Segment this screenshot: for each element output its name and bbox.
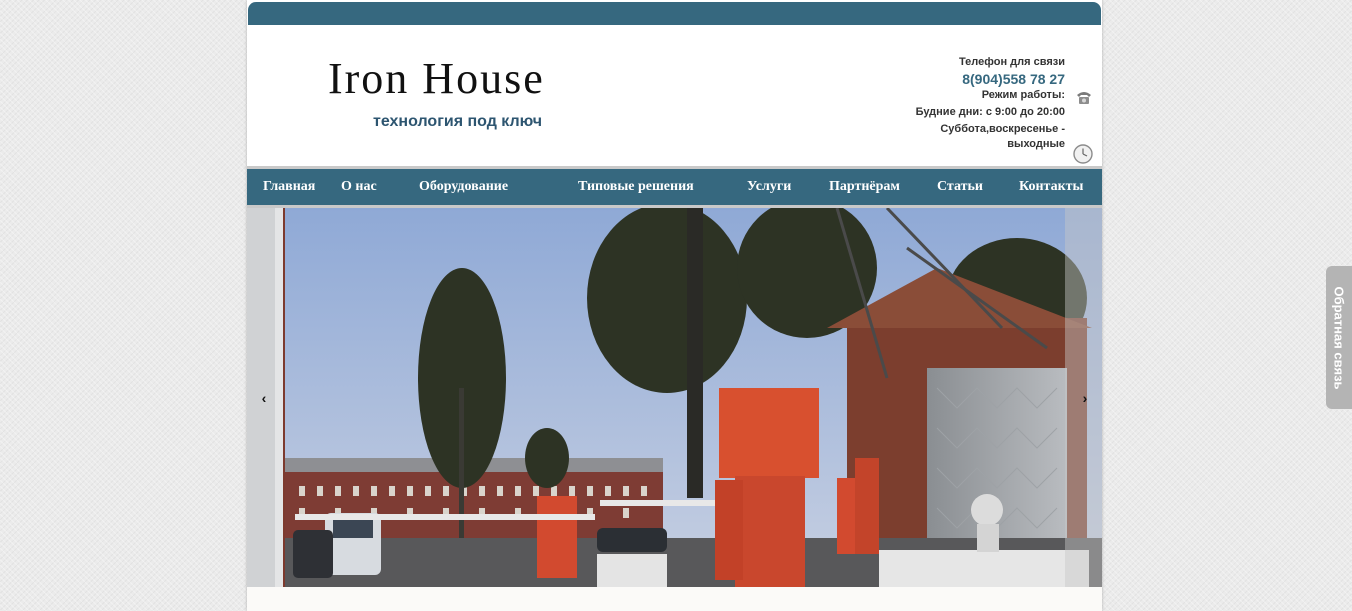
main-nav: Главная О нас Оборудование Типовые решен… bbox=[247, 169, 1102, 208]
logo[interactable]: Iron House bbox=[328, 55, 598, 103]
header: Iron House технология под ключ Телефон д… bbox=[247, 25, 1102, 169]
content-area bbox=[247, 587, 1102, 611]
weekday-hours: Будние дни: с 9:00 до 20:00 bbox=[915, 106, 1065, 118]
feedback-tab[interactable]: Обратная связь bbox=[1326, 266, 1352, 409]
weekend-hours-2: выходные bbox=[1007, 138, 1065, 150]
phone-label: Телефон для связи bbox=[959, 56, 1065, 68]
logo-tagline: технология под ключ bbox=[373, 113, 543, 130]
phone-icon bbox=[1077, 92, 1091, 104]
hours-label: Режим работы: bbox=[981, 89, 1065, 101]
phone-number[interactable]: 8(904)558 78 27 bbox=[916, 70, 1065, 88]
slide-photo bbox=[247, 208, 1102, 587]
clock-icon bbox=[1073, 144, 1093, 164]
weekend-hours: Суббота,воскресенье - bbox=[940, 123, 1065, 135]
nav-item-equipment[interactable]: Оборудование bbox=[419, 169, 508, 205]
nav-item-articles[interactable]: Статьи bbox=[937, 169, 983, 205]
nav-item-partners[interactable]: Партнёрам bbox=[829, 169, 900, 205]
page-container: Iron House технология под ключ Телефон д… bbox=[247, 0, 1102, 611]
slider-next-button[interactable]: › bbox=[1075, 386, 1095, 410]
contact-info: Телефон для связи 8(904)558 78 27 Режим … bbox=[916, 55, 1065, 152]
slider-prev-button[interactable]: ‹ bbox=[254, 386, 274, 410]
nav-item-contacts[interactable]: Контакты bbox=[1019, 169, 1083, 205]
nav-item-home[interactable]: Главная bbox=[263, 169, 315, 205]
nav-item-solutions[interactable]: Типовые решения bbox=[578, 169, 694, 205]
top-bar bbox=[248, 2, 1101, 25]
image-slider: ‹ › bbox=[247, 208, 1102, 587]
nav-item-services[interactable]: Услуги bbox=[747, 169, 791, 205]
feedback-label: Обратная связь bbox=[1331, 285, 1347, 390]
nav-item-about[interactable]: О нас bbox=[341, 169, 377, 205]
